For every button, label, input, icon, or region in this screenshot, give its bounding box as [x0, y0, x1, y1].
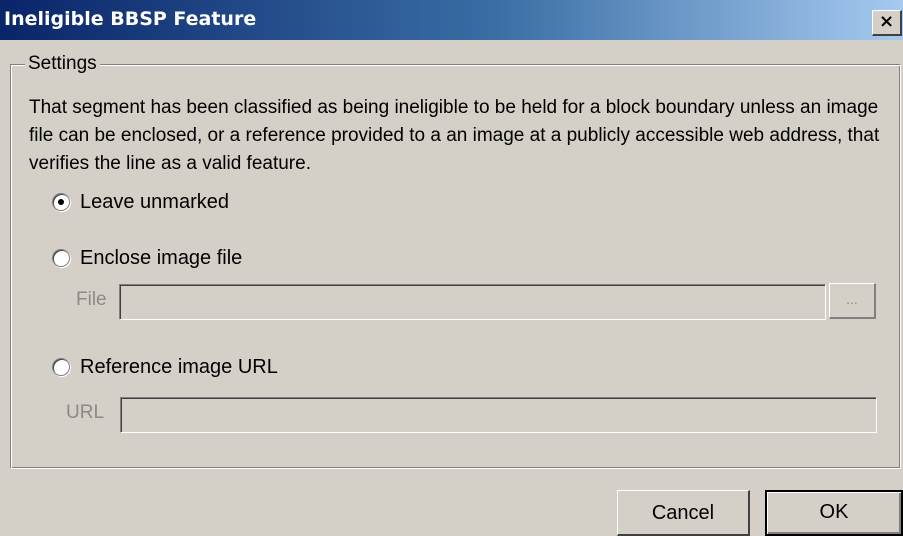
radio-label-reference-image-url[interactable]: Reference image URL — [80, 356, 278, 379]
file-label: File — [76, 289, 107, 310]
title-bar[interactable]: Ineligible BBSP Feature × — [0, 0, 903, 40]
close-icon: × — [878, 11, 895, 32]
radio-label-enclose-image-file[interactable]: Enclose image file — [80, 247, 242, 270]
window-title: Ineligible BBSP Feature — [4, 8, 257, 30]
radio-icon-checked[interactable] — [52, 193, 70, 211]
radio-leave-unmarked[interactable]: Leave unmarked — [52, 189, 229, 215]
url-input[interactable] — [120, 397, 877, 433]
url-label: URL — [66, 402, 105, 423]
radio-reference-image-url[interactable]: Reference image URL — [52, 354, 278, 380]
radio-icon-unchecked[interactable] — [52, 249, 70, 267]
settings-legend: Settings — [25, 52, 100, 76]
file-path-input[interactable] — [119, 284, 826, 320]
dialog-window: Ineligible BBSP Feature × Settings That … — [0, 0, 903, 536]
radio-enclose-image-file[interactable]: Enclose image file — [52, 245, 242, 271]
close-button[interactable]: × — [872, 10, 902, 36]
browse-button[interactable]: ... — [829, 283, 876, 319]
ok-button[interactable]: OK — [765, 490, 903, 536]
cancel-button[interactable]: Cancel — [617, 490, 750, 536]
radio-icon-unchecked[interactable] — [52, 358, 70, 376]
settings-description: That segment has been classified as bein… — [29, 97, 880, 174]
radio-label-leave-unmarked[interactable]: Leave unmarked — [80, 191, 229, 214]
